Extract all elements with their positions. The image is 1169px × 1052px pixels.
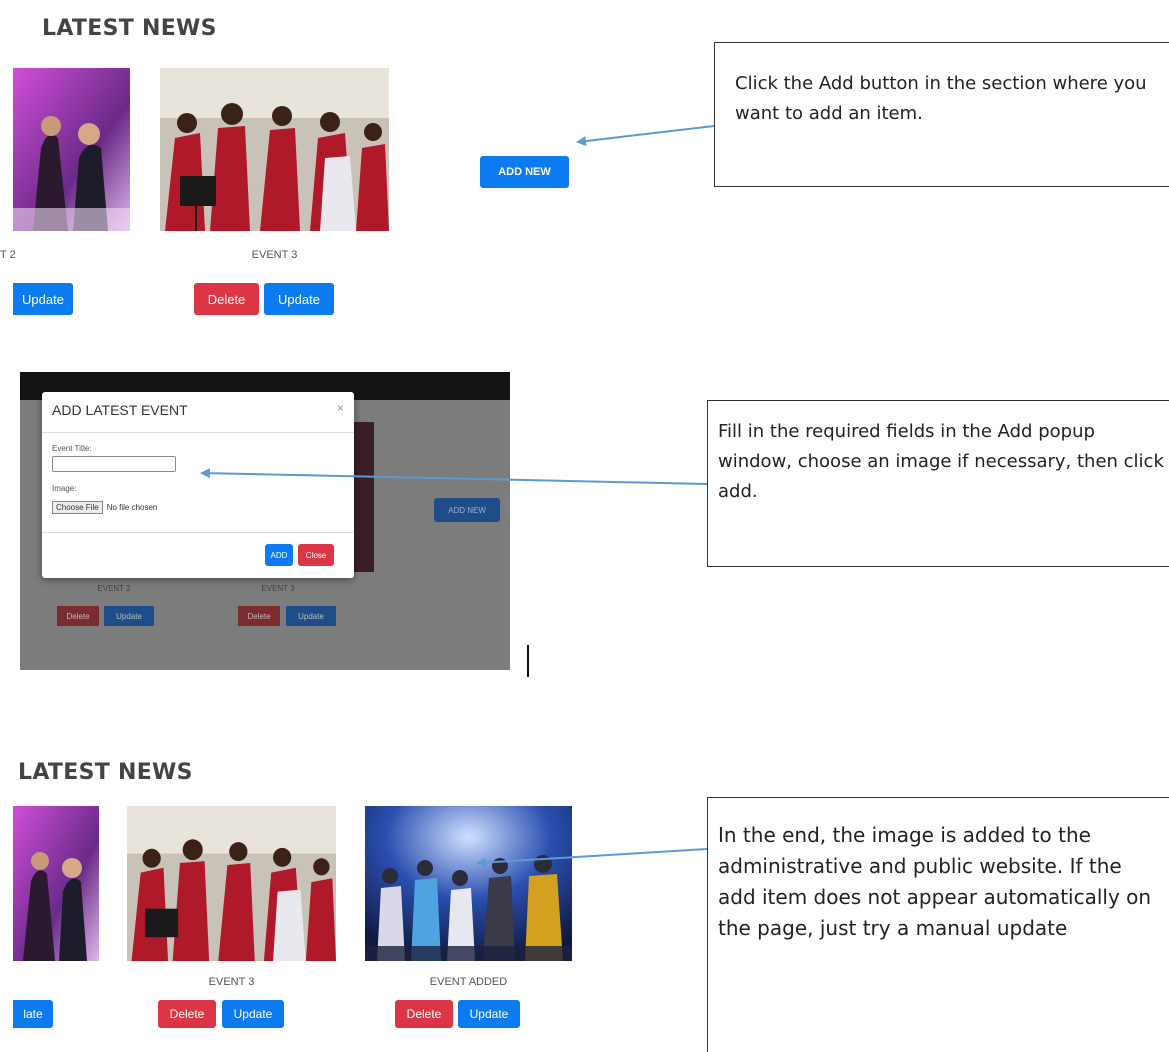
arrow-to-add-new xyxy=(576,125,715,147)
annotation-arrows xyxy=(200,125,715,868)
arrow-to-modal xyxy=(200,468,708,485)
arrow-to-added-image xyxy=(476,848,708,868)
